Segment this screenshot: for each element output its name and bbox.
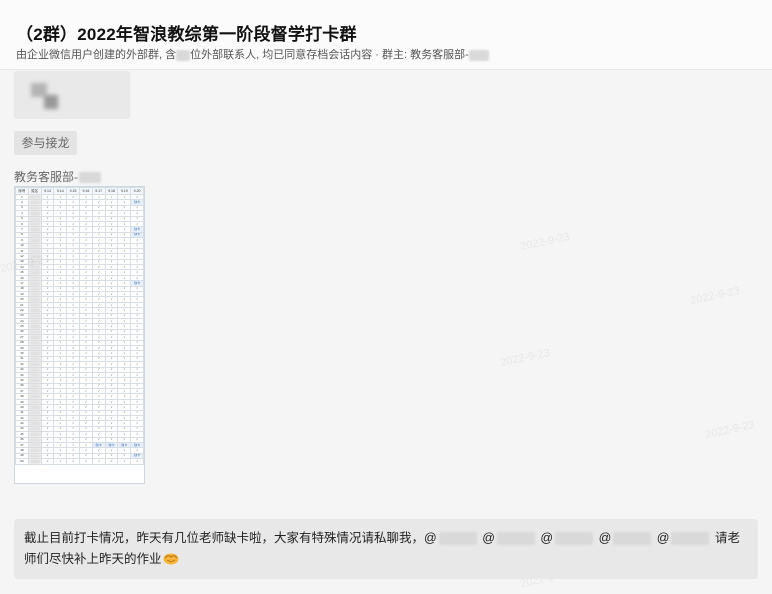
redacted-mention (671, 532, 710, 546)
table-cell: √ (66, 458, 80, 465)
table-header-cell: 9.15 (66, 187, 80, 195)
watermark: 2022-9-23 (689, 284, 741, 308)
group-title: （2群）2022年智浪教综第一阶段督学打卡群 (16, 25, 357, 44)
table-cell: √ (117, 458, 132, 465)
table-header-cell: 9.19 (117, 187, 132, 195)
table-cell: √ (104, 458, 119, 465)
table-cell: √ (130, 458, 144, 465)
mention[interactable]: @ (540, 531, 553, 545)
redacted-mention (613, 532, 652, 546)
subtitle-text-post: 位外部联系人, 均已同意存档会话内容 · 群主: 教务客服部- (190, 49, 469, 61)
redacted-mention (496, 532, 535, 546)
mention[interactable]: @ (657, 531, 670, 545)
table-header-cell: 9.18 (104, 187, 119, 195)
table-cell: √ (53, 458, 68, 465)
redacted-count (176, 49, 191, 61)
chat-header: （2群）2022年智浪教综第一阶段督学打卡群 由企业微信用户创建的外部群, 含 位… (0, 0, 772, 70)
table-header-cell: 9.13 (40, 187, 55, 195)
redacted-mention (438, 532, 477, 546)
table-cell: √ (40, 458, 55, 465)
table-body: 1 √ √ √ √ √ √ √ √ 2 √ √ √ √ √ √ √ 缺卡 3 √ √ √ √ √ √ √ √ 4 √ √ √ √ √ √ √ √ 5 √ √… (15, 193, 144, 465)
redacted-mention (555, 532, 594, 546)
table-header-cell: 9.14 (53, 187, 68, 195)
message-text: 截止目前打卡情况，昨天有几位老师缺卡啦，大家有特殊情况请私聊我，@ (24, 531, 437, 545)
mention[interactable]: @ (482, 531, 495, 545)
table-cell: √ (91, 458, 106, 465)
table-cell: √ (78, 458, 93, 465)
message-sender: 教务客服部- (14, 168, 101, 185)
table-header-row: 序号 姓名 9.13 9.14 9.15 9.16 9.17 9.18 9.19 9.20 (15, 187, 144, 195)
table-header-cell: 9.16 (78, 187, 93, 195)
redacted-sender (79, 172, 101, 184)
table-cell (27, 458, 42, 465)
table-header-cell: 姓名 (27, 187, 42, 195)
sender-name: 教务客服部- (14, 170, 78, 184)
redacted-owner (468, 49, 489, 61)
mention[interactable]: @ (599, 531, 612, 545)
table-header-cell: 9.17 (91, 187, 106, 195)
chat-message-bubble[interactable]: 截止目前打卡情况，昨天有几位老师缺卡啦，大家有特殊情况请私聊我，@ @ @ @ … (14, 519, 758, 579)
subtitle-text-pre: 由企业微信用户创建的外部群, 含 (16, 49, 177, 61)
table-header-cell: 序号 (15, 187, 29, 195)
checkin-table: 序号 姓名 9.13 9.14 9.15 9.16 9.17 9.18 9.19 9.20 1 √ √… (15, 187, 144, 465)
shared-image-thumbnail[interactable] (14, 71, 130, 119)
join-chain-button[interactable]: 参与接龙 (14, 131, 77, 155)
handshake-emoji-icon (163, 553, 179, 565)
watermark: 2022-9-23 (519, 230, 571, 254)
table-cell: 50 (15, 458, 29, 465)
watermark: 2022-9-23 (499, 346, 551, 370)
group-subtitle: 由企业微信用户创建的外部群, 含 位外部联系人, 均已同意存档会话内容 · 群主:… (16, 46, 489, 62)
checkin-spreadsheet-image[interactable]: 序号 姓名 9.13 9.14 9.15 9.16 9.17 9.18 9.19 9.20 1 √ √… (14, 186, 145, 484)
watermark: 2022-9-23 (704, 418, 756, 442)
table-row: 50 √ √ √ √ √ √ √ √ (15, 458, 144, 465)
redacted-region (44, 95, 58, 109)
table-header-cell: 9.20 (130, 187, 144, 195)
